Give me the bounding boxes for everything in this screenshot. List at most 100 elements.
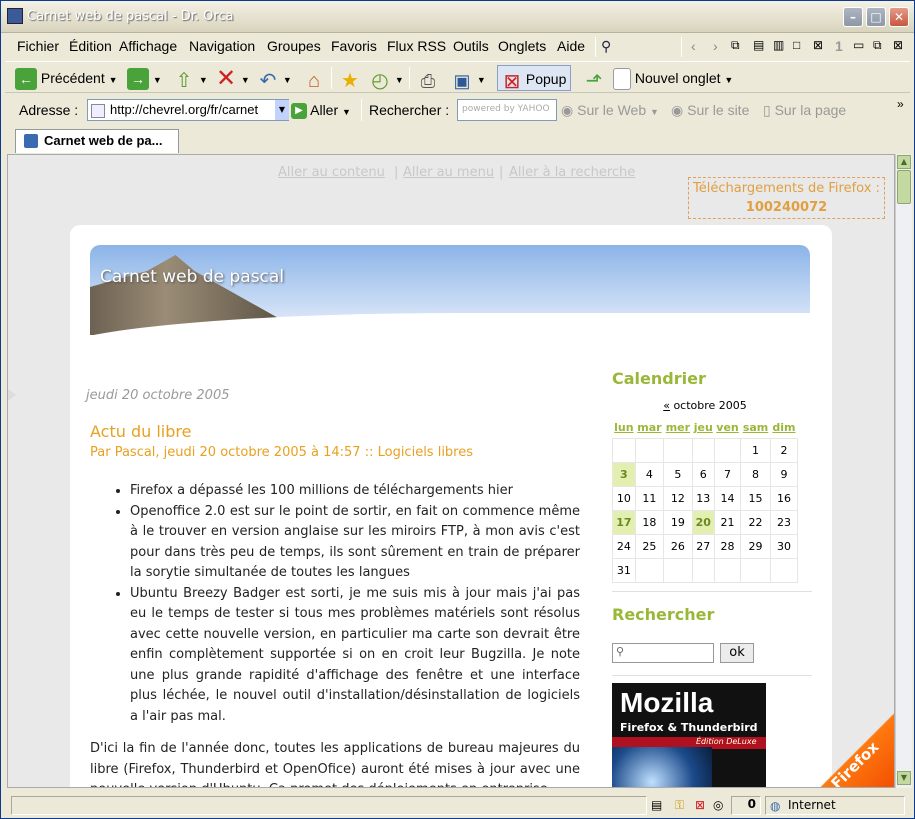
history-button[interactable]: ◴ ▼ xyxy=(369,65,404,93)
tab-active[interactable]: Carnet web de pa... xyxy=(15,129,179,153)
reload-icon: ↶ xyxy=(259,70,277,93)
green-arrow-icon: ⬏ xyxy=(585,70,603,93)
scroll-down-button[interactable]: ▼ xyxy=(897,771,911,785)
home-button[interactable]: ⌂ xyxy=(303,65,325,92)
menu-flux-rss[interactable]: Flux RSS xyxy=(387,38,446,54)
menu-fichier[interactable]: Fichier xyxy=(17,38,59,54)
popup-status-icon[interactable]: ⊠ xyxy=(695,798,705,812)
print-button[interactable]: ⎙ xyxy=(417,65,439,91)
vertical-scrollbar[interactable]: ▲ ▼ xyxy=(895,154,912,788)
close-button[interactable]: ✕ xyxy=(889,7,909,27)
globe-icon: ◍ xyxy=(770,799,781,813)
lock-icon[interactable]: ⚿ xyxy=(675,798,684,813)
stop-icon: ✕ xyxy=(215,65,237,93)
maximize-tab-icon[interactable]: □ xyxy=(793,38,800,52)
network-icon[interactable]: ▤ xyxy=(651,798,662,812)
post-title[interactable]: Actu du libre xyxy=(90,422,191,441)
calendar-empty-cell xyxy=(691,557,715,583)
search-web-button[interactable]: ◉ Sur le Web ▼ xyxy=(561,97,659,123)
calendar-day: 23 xyxy=(769,509,799,535)
app-icon xyxy=(7,8,23,24)
skip-to-menu-link[interactable]: Aller au menu xyxy=(403,165,494,180)
favorites-button[interactable]: ★ xyxy=(339,65,361,92)
menu-separator xyxy=(595,37,596,57)
back-button[interactable]: ← Précédent ▼ xyxy=(15,65,118,91)
popup-blocker-button[interactable]: ⊠ Popup xyxy=(497,65,572,94)
calendar-week: 24 25 26 27 28 29 30 xyxy=(612,533,799,559)
search-site-button[interactable]: ◉ Sur le site xyxy=(671,97,749,123)
go-up-button[interactable]: ⬏ xyxy=(583,65,605,93)
maximize-button[interactable]: □ xyxy=(866,7,886,27)
popup-blocked-icon: ⊠ xyxy=(503,71,521,94)
url-input[interactable]: http://chevrel.org/fr/carnet xyxy=(87,99,289,121)
go-button[interactable]: ▶ Aller ▼ xyxy=(291,97,351,123)
blog-title[interactable]: Carnet web de pascal xyxy=(100,267,284,287)
address-label: Adresse : xyxy=(19,102,79,118)
tile-horizontal-icon[interactable]: ▤ xyxy=(753,38,764,52)
tab-next-icon[interactable]: › xyxy=(713,38,718,54)
menu-aide[interactable]: Aide xyxy=(557,38,585,54)
calendar-day: 25 xyxy=(634,533,665,559)
calendar-week: 31 xyxy=(612,557,799,583)
reload-button[interactable]: ↶ ▼ xyxy=(257,65,292,93)
forward-button[interactable]: → ▼ xyxy=(127,65,162,91)
calendar-day: 22 xyxy=(740,509,771,535)
search-page-button[interactable]: ▯ Sur la page xyxy=(763,97,846,123)
tab-prev-icon[interactable]: ‹ xyxy=(691,38,696,54)
calendar-day[interactable]: 3 xyxy=(612,461,636,487)
url-dropdown-icon[interactable]: ▼ xyxy=(275,100,289,120)
menu-edition[interactable]: Édition xyxy=(69,38,112,54)
mdi-minimize-icon[interactable]: ▭ xyxy=(853,38,864,52)
menu-navigation[interactable]: Navigation xyxy=(189,38,255,54)
calendar-day: 31 xyxy=(612,557,636,583)
menu-affichage[interactable]: Affichage xyxy=(119,38,177,54)
window-button[interactable]: ▣ ▼ xyxy=(451,65,485,92)
calendar-day[interactable]: 17 xyxy=(612,509,636,535)
calendar-day: 29 xyxy=(740,533,771,559)
search-ok-button[interactable]: ok xyxy=(720,643,754,663)
search-page-label: Sur la page xyxy=(774,102,847,118)
site-favicon xyxy=(91,104,105,118)
menu-favoris[interactable]: Favoris xyxy=(331,38,377,54)
tab-favicon-icon xyxy=(24,134,38,148)
weekday-header: sam xyxy=(742,421,769,435)
menu-groupes[interactable]: Groupes xyxy=(267,38,321,54)
chevron-more-icon[interactable]: » xyxy=(897,91,904,117)
scroll-up-button[interactable]: ▲ xyxy=(897,155,911,169)
history-icon: ◴ xyxy=(371,70,389,93)
mdi-restore-icon[interactable]: ⧉ xyxy=(873,38,882,53)
search-input[interactable]: powered by YAHOO xyxy=(457,99,557,121)
calendar-day: 28 xyxy=(713,533,742,559)
skip-to-content-link[interactable]: Aller au contenu xyxy=(278,165,385,180)
calendar-month: octobre 2005 xyxy=(673,399,747,412)
book-cover-image[interactable]: Mozilla Firefox & Thunderbird Édition De… xyxy=(612,683,766,787)
calendar-day: 15 xyxy=(740,485,771,511)
stop-button[interactable]: ✕ ▼ xyxy=(215,65,250,91)
scroll-thumb[interactable] xyxy=(897,170,911,204)
up-button[interactable]: ⇧ ▼ xyxy=(173,65,208,93)
new-tab-button[interactable]: Nouvel onglet ▼ xyxy=(613,65,733,91)
menu-outils[interactable]: Outils xyxy=(453,38,489,54)
calendar-empty-cell xyxy=(713,557,742,583)
menu-onglets[interactable]: Onglets xyxy=(498,38,546,54)
calendar-day: 8 xyxy=(740,461,771,487)
blog-search-input[interactable]: ⚲ xyxy=(612,643,714,663)
firefox-corner-badge[interactable]: Firefox ! xyxy=(820,710,894,787)
calendar-day: 7 xyxy=(713,461,742,487)
binoculars-icon[interactable]: ⚲ xyxy=(601,38,611,55)
sidebar-divider xyxy=(612,675,812,676)
tile-icon[interactable]: ⧉ xyxy=(731,38,740,53)
calendar-day: 5 xyxy=(663,461,693,487)
minimize-button[interactable]: – xyxy=(843,7,863,27)
window-icon: ▣ xyxy=(453,71,471,92)
weekday-header: mer xyxy=(665,421,691,435)
tile-vertical-icon[interactable]: ▥ xyxy=(773,38,784,52)
mdi-close-icon[interactable]: ⊠ xyxy=(893,38,903,52)
skip-to-search-link[interactable]: Aller à la recherche xyxy=(509,165,635,180)
privacy-icon[interactable]: ◎ xyxy=(713,798,723,812)
calendar-day[interactable]: 20 xyxy=(691,509,715,535)
close-tab-icon[interactable]: ⊠ xyxy=(813,38,823,52)
calendar-prev-link[interactable]: « xyxy=(663,399,670,412)
up-folder-icon: ⇧ xyxy=(175,70,193,93)
calendar-day: 18 xyxy=(634,509,665,535)
